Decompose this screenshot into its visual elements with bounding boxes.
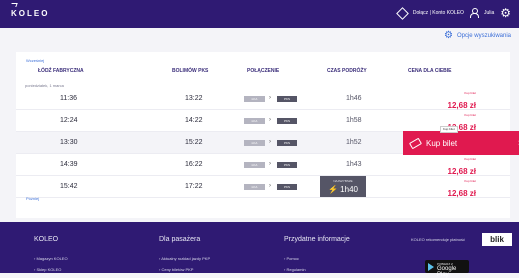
footer-col-passenger: Dla pasażera xyxy=(159,236,201,243)
segment-badge: PKS xyxy=(277,140,297,146)
table-row[interactable]: 13:30 15:22 ŁKA › PKS 1h52 Kup bilet › K… xyxy=(16,126,519,155)
col-header-from: ŁÓDŹ FABRYCZNA xyxy=(38,68,84,74)
price-label: Kup bilet xyxy=(464,179,476,183)
user-name[interactable]: Julia xyxy=(484,10,494,16)
col-header-to: BOLIMÓW PKS xyxy=(172,68,209,74)
fastest-label: NAJSZYBSZE xyxy=(333,179,353,183)
segment-badge: ŁKA xyxy=(244,184,265,190)
price-box[interactable]: Kup bilet 12,68 zł xyxy=(416,179,476,201)
segment-badge: ŁKA xyxy=(244,96,265,102)
col-header-price: CENA DLA CIEBIE xyxy=(408,68,452,74)
arrow-icon: › xyxy=(269,95,271,101)
footer-link[interactable]: › Pomoc xyxy=(284,256,299,261)
arrow-icon: › xyxy=(269,183,271,189)
segment-badge: PKS xyxy=(277,96,297,102)
footer-link[interactable]: › Ceny biletów PKP xyxy=(159,267,193,272)
blik-logo: blik xyxy=(482,233,512,246)
arrival-time: 16:22 xyxy=(185,161,203,168)
departure-time: 15:42 xyxy=(60,183,78,190)
arrival-time: 15:22 xyxy=(185,139,203,146)
segment-badge: ŁKA xyxy=(244,118,265,124)
diamond-icon xyxy=(396,6,409,20)
logo-mark-icon xyxy=(10,3,18,7)
segment-badge: ŁKA xyxy=(244,162,265,168)
segment-badge: PKS xyxy=(277,162,297,168)
google-play-badge[interactable]: POBIERZ Z Google Play xyxy=(425,260,469,278)
arrow-icon: › xyxy=(269,161,271,167)
table-row[interactable]: 11:36 13:22 ŁKA › PKS 1h46 Kup bilet 12,… xyxy=(16,88,510,110)
col-header-connection: POŁĄCZENIE xyxy=(247,68,280,74)
fastest-duration-box: NAJSZYBSZE ⚡ 1h40 xyxy=(320,176,366,197)
departure-time: 12:24 xyxy=(60,117,78,124)
earlier-link[interactable]: Wcześniej xyxy=(26,58,44,63)
price: 12,68 zł xyxy=(447,101,476,110)
arrival-time: 17:22 xyxy=(185,183,203,190)
account-area: Dołącz | Konto KOLEO Julia ⚙ xyxy=(396,6,511,20)
departure-time: 14:39 xyxy=(60,161,78,168)
departure-time: 13:30 xyxy=(60,139,78,146)
arrow-icon: › xyxy=(269,139,271,145)
price-label: Kup bilet xyxy=(464,157,476,161)
footer-col-koleo: KOLEO xyxy=(34,236,59,243)
tooltip: Kup bilet xyxy=(440,126,458,133)
price-label: Kup bilet xyxy=(464,91,476,95)
arrow-icon: › xyxy=(269,117,271,123)
duration: 1h58 xyxy=(346,117,362,124)
footer: KOLEO Dla pasażera Przydatne informacje … xyxy=(0,222,519,278)
arrival-time: 13:22 xyxy=(185,95,203,102)
search-options-link[interactable]: ⚙ Opcje wyszukiwania xyxy=(444,31,511,41)
search-options-label: Opcje wyszukiwania xyxy=(456,33,511,39)
footer-link[interactable]: › Regulamin xyxy=(284,267,306,272)
table-row[interactable]: 15:42 17:22 ŁKA › PKS NAJSZYBSZE ⚡ 1h40 … xyxy=(16,176,510,198)
buy-ticket-label: Kup bilet xyxy=(426,138,458,148)
footer-link[interactable]: › Aktualny rozkład jazdy PKP xyxy=(159,256,210,261)
duration: 1h43 xyxy=(346,161,362,168)
footer-col-info: Przydatne informacje xyxy=(284,236,350,243)
duration: 1h46 xyxy=(346,95,362,102)
segment-badge: PKS xyxy=(277,118,297,124)
price: 12,68 zł xyxy=(447,167,476,176)
buy-ticket-button[interactable]: Kup bilet › xyxy=(403,131,519,155)
payment-note: KOLEO rekomenduje płatność xyxy=(411,237,466,242)
price: 12,68 zł xyxy=(447,189,476,198)
user-icon[interactable] xyxy=(469,8,479,18)
table-row[interactable]: 14:39 16:22 ŁKA › PKS 1h43 Kup bilet 12,… xyxy=(16,154,510,176)
gear-icon[interactable]: ⚙ xyxy=(500,7,511,19)
col-header-duration: CZAS PODRÓŻY xyxy=(327,68,367,74)
departure-time: 11:36 xyxy=(60,95,77,102)
segment-badge: PKS xyxy=(277,184,297,190)
ticket-icon xyxy=(408,137,423,149)
play-icon xyxy=(428,263,434,271)
table-row[interactable]: 12:24 14:22 ŁKA › PKS 1h58 Kup bilet 12,… xyxy=(16,110,510,132)
duration: ⚡ 1h40 xyxy=(328,185,358,194)
price-label: Kup bilet xyxy=(464,113,476,117)
later-link[interactable]: Później xyxy=(26,196,39,201)
arrival-time: 14:22 xyxy=(185,117,203,124)
segment-badge: ŁKA xyxy=(244,140,265,146)
top-bar: KOLEO Dołącz | Konto KOLEO Julia ⚙ xyxy=(0,0,519,28)
gear-icon: ⚙ xyxy=(444,30,453,41)
duration: 1h52 xyxy=(346,139,362,146)
account-link[interactable]: Dołącz | Konto KOLEO xyxy=(413,10,464,16)
footer-link[interactable]: › Magazyn KOLEO xyxy=(34,256,68,261)
footer-link[interactable]: › Sklep KOLEO xyxy=(34,267,61,272)
logo[interactable]: KOLEO xyxy=(11,9,49,18)
